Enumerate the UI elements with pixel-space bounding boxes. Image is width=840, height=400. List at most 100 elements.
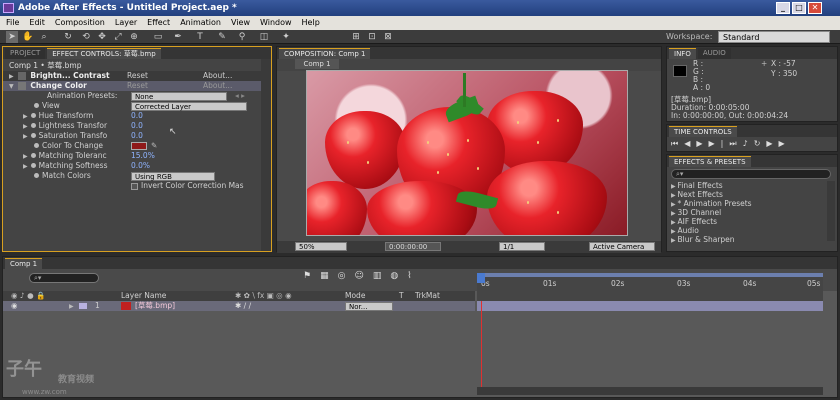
stopwatch-icon[interactable] xyxy=(30,163,36,168)
expand-triangle-icon[interactable]: ▶ xyxy=(23,123,28,130)
effects-search-input[interactable]: ⌕▾ xyxy=(671,169,831,179)
expand-triangle-icon[interactable]: ▶ xyxy=(23,113,28,120)
tab-audio[interactable]: AUDIO xyxy=(697,47,731,59)
view-axis-icon[interactable]: ⊠ xyxy=(382,31,394,43)
play-icon[interactable]: ▶ xyxy=(696,139,708,148)
cti-handle[interactable] xyxy=(477,273,485,283)
menu-window[interactable]: Window xyxy=(260,16,292,30)
comp-subtab[interactable]: Comp 1 xyxy=(295,59,339,69)
next-frame-icon[interactable]: ▶| xyxy=(709,139,730,148)
lightness-transform-value[interactable]: 0.0 xyxy=(131,121,143,131)
menu-composition[interactable]: Composition xyxy=(55,16,105,30)
effect-about-link[interactable]: About... xyxy=(203,71,232,81)
stopwatch-icon[interactable] xyxy=(30,123,36,128)
column-layer-name[interactable]: Layer Name xyxy=(121,291,166,301)
effect-row-change-color[interactable]: ▼ Change Color Reset About... xyxy=(3,81,271,91)
timeline-zoom-slider[interactable] xyxy=(477,387,823,395)
tab-timeline-comp1[interactable]: Comp 1 xyxy=(5,257,43,269)
hand-tool-icon[interactable]: ✋ xyxy=(22,31,34,43)
magnification-dropdown[interactable]: 50% xyxy=(295,242,347,251)
stopwatch-icon[interactable] xyxy=(30,153,36,158)
work-area-bar[interactable] xyxy=(477,273,823,277)
world-axis-icon[interactable]: ⊡ xyxy=(366,31,378,43)
hue-transform-value[interactable]: 0.0 xyxy=(131,111,143,121)
invert-mask-checkbox[interactable] xyxy=(131,182,138,190)
audio-icon[interactable]: ♪ xyxy=(743,139,754,148)
time-ruler[interactable]: 0s 01s 02s 03s 04s 05s xyxy=(477,273,823,301)
clone-stamp-tool-icon[interactable]: ⚲ xyxy=(236,31,248,43)
eyedropper-icon[interactable]: ✎ xyxy=(151,141,157,151)
brush-tool-icon[interactable]: ✎ xyxy=(216,31,228,43)
expand-triangle-icon[interactable]: ▶ xyxy=(9,73,14,80)
stopwatch-icon[interactable] xyxy=(34,173,39,178)
motion-blur-icon[interactable]: ◍ xyxy=(390,271,407,281)
effect-reset-link[interactable]: Reset xyxy=(127,71,148,81)
expand-triangle-icon[interactable]: ▶ xyxy=(23,153,28,160)
column-t[interactable]: T xyxy=(399,291,404,301)
puppet-tool-icon[interactable]: ✦ xyxy=(280,31,292,43)
stopwatch-icon[interactable] xyxy=(34,143,39,148)
text-tool-icon[interactable]: T xyxy=(194,31,206,43)
stopwatch-icon[interactable] xyxy=(30,133,36,138)
saturation-transform-value[interactable]: 0.0 xyxy=(131,131,143,141)
maximize-button[interactable]: □ xyxy=(792,2,806,14)
orbit-camera-tool-icon[interactable]: ⟲ xyxy=(80,31,92,43)
last-frame-icon[interactable]: ⏭ xyxy=(729,139,742,148)
menu-edit[interactable]: Edit xyxy=(29,16,45,30)
frame-blending-icon[interactable]: ▥ xyxy=(373,271,391,281)
column-mode[interactable]: Mode xyxy=(345,291,365,301)
visibility-eye-icon[interactable]: ◉ xyxy=(11,301,18,311)
preset-nav-arrows-icon[interactable]: ◂ ▸ xyxy=(235,91,245,101)
timeline-search-input[interactable]: ⌕▾ xyxy=(29,273,99,283)
menu-animation[interactable]: Animation xyxy=(180,16,221,30)
match-colors-dropdown[interactable]: Using RGB xyxy=(131,172,215,181)
tab-project[interactable]: PROJECT xyxy=(5,47,46,59)
menu-layer[interactable]: Layer xyxy=(115,16,137,30)
tab-info[interactable]: INFO xyxy=(669,47,696,59)
fx-toggle-icon[interactable] xyxy=(18,82,27,90)
effect-about-link[interactable]: About... xyxy=(203,81,232,91)
graph-editor-icon[interactable]: ⌇ xyxy=(407,271,420,281)
current-time-display[interactable]: 0:00:00:00 xyxy=(385,242,441,251)
effect-reset-link[interactable]: Reset xyxy=(127,81,148,91)
eraser-tool-icon[interactable]: ◫ xyxy=(258,31,270,43)
pen-tool-icon[interactable]: ✒ xyxy=(172,31,184,43)
draft-3d-icon[interactable]: ◎ xyxy=(338,271,355,281)
current-time-indicator[interactable] xyxy=(481,301,482,387)
active-camera-dropdown[interactable]: Active Camera xyxy=(589,242,655,251)
ram-preview-icon[interactable]: ▶▶ xyxy=(766,139,790,148)
expand-triangle-icon[interactable]: ▶ xyxy=(69,301,74,311)
color-to-change-swatch[interactable] xyxy=(131,142,147,150)
tab-time-controls[interactable]: TIME CONTROLS xyxy=(669,125,737,137)
expand-triangle-icon[interactable]: ▶ xyxy=(23,133,28,140)
comp-mini-flowchart-icon[interactable]: ⚑ xyxy=(303,271,320,281)
minimize-button[interactable]: _ xyxy=(776,2,790,14)
animation-presets-dropdown[interactable]: None xyxy=(131,92,227,101)
rectangle-mask-tool-icon[interactable]: ▭ xyxy=(152,31,164,43)
collapse-triangle-icon[interactable]: ▼ xyxy=(9,83,14,90)
matching-softness-value[interactable]: 0.0% xyxy=(131,161,150,171)
track-xy-camera-tool-icon[interactable]: ✥ xyxy=(96,31,108,43)
pan-behind-tool-icon[interactable]: ⊕ xyxy=(128,31,140,43)
menu-view[interactable]: View xyxy=(231,16,250,30)
layer-label-color[interactable] xyxy=(79,303,87,309)
track-z-camera-tool-icon[interactable]: ⤢ xyxy=(112,31,124,43)
tab-effect-controls[interactable]: EFFECT CONTROLS: 草莓.bmp xyxy=(47,47,161,59)
menu-file[interactable]: File xyxy=(6,16,19,30)
local-axis-icon[interactable]: ⊞ xyxy=(350,31,362,43)
blend-mode-dropdown[interactable]: Nor... xyxy=(345,302,393,311)
fx-toggle-icon[interactable] xyxy=(18,72,27,80)
selection-tool-icon[interactable]: ➤ xyxy=(6,31,18,43)
zoom-tool-icon[interactable]: ⌕ xyxy=(38,31,50,43)
close-button[interactable]: ✕ xyxy=(808,2,822,14)
menu-effect[interactable]: Effect xyxy=(147,16,170,30)
previous-frame-icon[interactable]: ◀ xyxy=(684,139,696,148)
layer-name[interactable]: [草莓.bmp] xyxy=(135,301,175,311)
first-frame-icon[interactable]: ⏮ xyxy=(671,139,684,148)
tab-effects-presets[interactable]: EFFECTS & PRESETS xyxy=(669,155,751,167)
stopwatch-icon[interactable] xyxy=(30,113,36,118)
tab-composition[interactable]: COMPOSITION: Comp 1 xyxy=(279,47,371,59)
layer-switch-icons[interactable]: ✱ ∕ ∕ xyxy=(235,301,251,311)
strawberry-image[interactable] xyxy=(306,70,628,236)
effects-scrollbar[interactable] xyxy=(827,181,835,241)
